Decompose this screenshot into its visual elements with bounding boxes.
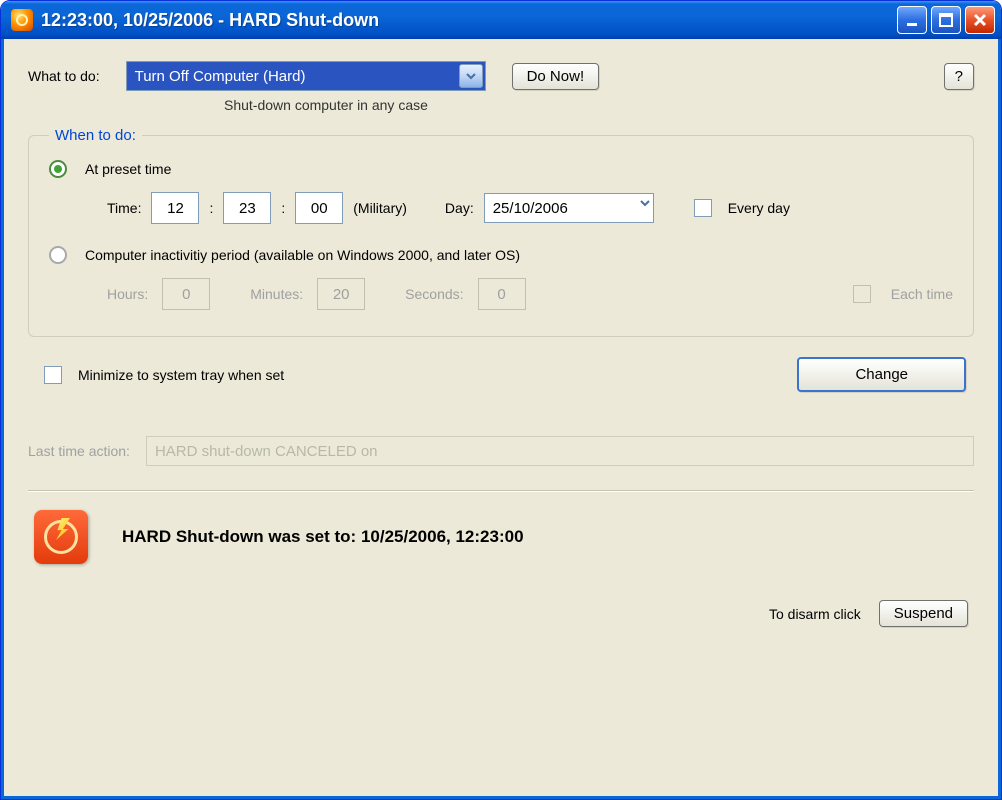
change-button[interactable]: Change [797,357,966,392]
seconds-input[interactable] [295,192,343,224]
app-icon [11,9,33,31]
disarm-row: To disarm click Suspend [28,600,974,627]
status-row: HARD Shut-down was set to: 10/25/2006, 1… [28,510,974,564]
last-action-label: Last time action: [28,443,130,459]
last-action-value: HARD shut-down CANCELED on [146,436,974,466]
minutes-input[interactable] [223,192,271,224]
inact-seconds-label: Seconds: [405,286,463,302]
chevron-down-icon [459,64,483,88]
titlebar: 12:23:00, 10/25/2006 - HARD Shut-down [1,1,1001,39]
window-title: 12:23:00, 10/25/2006 - HARD Shut-down [41,10,889,31]
maximize-button[interactable] [931,6,961,34]
inact-hours-label: Hours: [107,286,148,302]
window-controls [897,6,995,34]
do-now-button[interactable]: Do Now! [512,63,600,90]
action-dropdown[interactable]: Turn Off Computer (Hard) [126,61,486,91]
inact-minutes-label: Minutes: [250,286,303,302]
chevron-down-icon [639,196,651,213]
inact-minutes-input [317,278,365,310]
inactivity-radio[interactable] [49,246,67,264]
time-label: Time: [107,200,141,216]
day-label: Day: [445,200,474,216]
action-dropdown-value: Turn Off Computer (Hard) [135,68,306,85]
close-button[interactable] [965,6,995,34]
hours-input[interactable] [151,192,199,224]
when-legend: When to do: [49,127,142,144]
preset-radio-row[interactable]: At preset time [49,160,953,178]
preset-radio[interactable] [49,160,67,178]
minimize-button[interactable] [897,6,927,34]
disarm-label: To disarm click [769,606,861,622]
inactivity-row: Hours: Minutes: Seconds: Each time [107,278,953,310]
action-description: Shut-down computer in any case [224,97,974,113]
what-to-do-label: What to do: [28,68,100,84]
every-day-checkbox[interactable] [694,199,712,217]
colon-2: : [281,200,285,216]
every-day-label: Every day [728,200,790,216]
below-group-row: Minimize to system tray when set Change [28,353,974,392]
inact-seconds-input [478,278,526,310]
preset-time-row: Time: : : (Military) Day: 25/10/2006 Eve… [107,192,953,224]
preset-radio-label: At preset time [85,161,171,177]
help-button[interactable]: ? [944,63,974,90]
military-label: (Military) [353,200,407,216]
what-to-do-row: What to do: Turn Off Computer (Hard) Do … [28,61,974,91]
status-text: HARD Shut-down was set to: 10/25/2006, 1… [122,527,524,547]
tray-checkbox-row[interactable]: Minimize to system tray when set [44,366,284,384]
day-dropdown-value: 25/10/2006 [493,200,568,217]
inact-hours-input [162,278,210,310]
each-time-checkbox [853,285,871,303]
last-action-row: Last time action: HARD shut-down CANCELE… [28,436,974,466]
client-area: What to do: Turn Off Computer (Hard) Do … [1,39,1001,799]
suspend-button[interactable]: Suspend [879,600,968,627]
minimize-tray-label: Minimize to system tray when set [78,367,284,383]
day-dropdown[interactable]: 25/10/2006 [484,193,654,223]
app-window: 12:23:00, 10/25/2006 - HARD Shut-down Wh… [0,0,1002,800]
colon-1: : [209,200,213,216]
inactivity-radio-row[interactable]: Computer inactivitiy period (available o… [49,246,953,264]
inactivity-radio-label: Computer inactivitiy period (available o… [85,247,520,263]
separator [28,490,974,492]
minimize-tray-checkbox[interactable] [44,366,62,384]
shutdown-icon [34,510,88,564]
each-time-label: Each time [891,286,953,302]
when-group: When to do: At preset time Time: : : (Mi… [28,127,974,337]
